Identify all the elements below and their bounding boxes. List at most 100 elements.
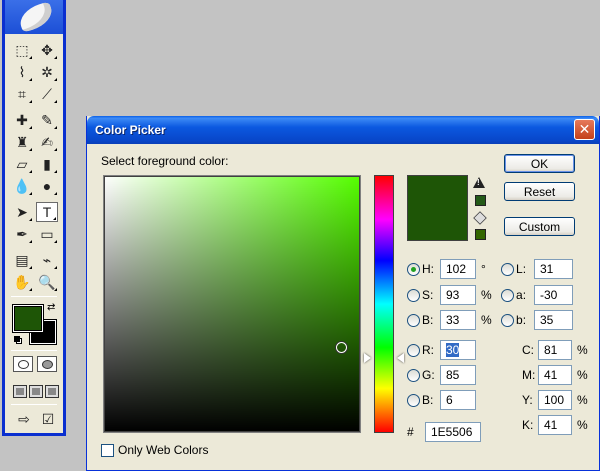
blue-radio[interactable]: [407, 393, 420, 407]
flyout-indicator-icon: [54, 170, 57, 173]
gradient-tool[interactable]: ▮: [36, 154, 58, 174]
gamut-color-swatch[interactable]: [475, 195, 486, 206]
marquee-tool[interactable]: ⬚: [11, 40, 33, 60]
blue-input[interactable]: 6: [440, 390, 476, 410]
color-field[interactable]: [103, 175, 361, 433]
zoom-icon: 🔍: [38, 274, 56, 290]
brush-icon: ✎: [41, 112, 53, 128]
yellow-input[interactable]: 100: [538, 390, 572, 410]
title-bar[interactable]: Color Picker ✕: [87, 116, 599, 144]
a-channel-label: a:: [516, 288, 527, 302]
full-screen-mode-button[interactable]: [45, 385, 59, 398]
checkbox-box[interactable]: [101, 443, 114, 457]
a-channel-radio[interactable]: [501, 288, 514, 302]
pen-tool[interactable]: ✒: [11, 224, 33, 244]
hex-label: #: [407, 425, 414, 439]
dodge-tool[interactable]: ●: [36, 176, 58, 196]
brush-tool[interactable]: ✎: [36, 110, 58, 130]
eraser-tool[interactable]: ▱: [11, 154, 33, 174]
red-radio[interactable]: [407, 343, 420, 357]
b-channel-input[interactable]: 35: [534, 310, 573, 330]
flyout-indicator-icon: [54, 266, 57, 269]
quick-mask-mode-button[interactable]: [37, 356, 57, 372]
slice-tool[interactable]: ⟋: [36, 84, 58, 104]
flyout-indicator-icon: [54, 100, 57, 103]
hue-slider-left-arrow[interactable]: [364, 353, 371, 363]
slice-icon: ⟋: [42, 86, 52, 102]
flyout-indicator-icon: [29, 56, 32, 59]
percent-unit: %: [481, 288, 492, 302]
standard-mode-button[interactable]: [13, 356, 33, 372]
black-input[interactable]: 41: [538, 415, 572, 435]
red-input-value: 30: [446, 343, 460, 357]
shape-tool[interactable]: ▭: [36, 224, 58, 244]
eraser-icon: ▱: [16, 156, 28, 172]
healing-brush-tool[interactable]: ✚: [11, 110, 33, 130]
clone-stamp-tool[interactable]: ♜: [11, 132, 33, 152]
hue-input[interactable]: 102: [440, 259, 476, 279]
flyout-indicator-icon: [54, 56, 57, 59]
history-brush-tool[interactable]: ✍: [36, 132, 58, 152]
hand-tool[interactable]: ✋: [11, 272, 33, 292]
brushes-palette-button[interactable]: ☑: [37, 409, 59, 429]
notes-icon: ▤: [15, 252, 29, 268]
close-button[interactable]: ✕: [574, 119, 595, 140]
out-of-gamut-warning-icon[interactable]: [473, 177, 485, 188]
move-tool[interactable]: ✥: [36, 40, 58, 60]
hue-slider[interactable]: [374, 175, 394, 433]
hex-input[interactable]: 1E5506: [425, 422, 481, 442]
lasso-tool[interactable]: ⌇: [11, 62, 33, 82]
brightness-label: B:: [422, 313, 434, 327]
flyout-indicator-icon: [54, 78, 57, 81]
percent-unit: %: [577, 393, 588, 407]
cyan-input[interactable]: 81: [538, 340, 572, 360]
full-screen-menu-mode-button[interactable]: [29, 385, 43, 398]
red-input[interactable]: 30: [440, 340, 476, 360]
type-tool[interactable]: T: [36, 202, 58, 222]
web-safe-cube-icon[interactable]: [473, 211, 487, 225]
dialog-title: Color Picker: [95, 123, 166, 137]
crop-tool[interactable]: ⌗: [11, 84, 33, 104]
a-channel-input[interactable]: -30: [534, 285, 573, 305]
green-input[interactable]: 85: [440, 365, 476, 385]
bandage-icon: ✚: [16, 112, 28, 128]
percent-unit: %: [577, 368, 588, 382]
tools-palette: ⬚ ✥ ⌇ ✲ ⌗ ⟋ ✚ ✎ ♜ ✍ ▱ ▮ 💧 ● ➤ T ✒ ▭ ▤ ⌁ ✋ 🔍 ⇄ ⇨ ☑: [2, 0, 66, 436]
magic-wand-tool[interactable]: ✲: [36, 62, 58, 82]
blur-drop-icon: 💧: [13, 178, 31, 194]
jump-to-imageready-button[interactable]: ⇨: [13, 409, 35, 429]
magenta-input[interactable]: 41: [538, 365, 572, 385]
percent-unit: %: [577, 418, 588, 432]
web-safe-color-swatch[interactable]: [475, 229, 486, 240]
standard-screen-mode-button[interactable]: [13, 385, 27, 398]
color-field-cursor[interactable]: [336, 342, 347, 353]
lightness-radio[interactable]: [501, 262, 514, 276]
blur-tool[interactable]: 💧: [11, 176, 33, 196]
eyedropper-tool[interactable]: ⌁: [36, 250, 58, 270]
b-channel-radio[interactable]: [501, 313, 514, 327]
toolbox-divider: [11, 350, 57, 351]
hue-slider-right-arrow[interactable]: [397, 353, 404, 363]
ok-button[interactable]: OK: [504, 154, 575, 173]
reset-button[interactable]: Reset: [504, 182, 575, 201]
zoom-tool[interactable]: 🔍: [36, 272, 58, 292]
custom-button[interactable]: Custom: [504, 217, 575, 236]
green-label: G:: [422, 368, 435, 382]
hue-radio[interactable]: [407, 262, 420, 276]
only-web-colors-checkbox[interactable]: Only Web Colors: [101, 443, 208, 457]
photoshop-logo[interactable]: [5, 0, 63, 34]
brightness-input[interactable]: 33: [440, 310, 476, 330]
flyout-indicator-icon: [29, 240, 32, 243]
green-radio[interactable]: [407, 368, 420, 382]
foreground-color-swatch[interactable]: [14, 306, 42, 331]
path-selection-tool[interactable]: ➤: [11, 202, 33, 222]
saturation-radio[interactable]: [407, 288, 420, 302]
dodge-icon: ●: [42, 178, 52, 194]
stamp-icon: ♜: [15, 134, 29, 150]
brightness-radio[interactable]: [407, 313, 420, 327]
lightness-input[interactable]: 31: [534, 259, 573, 279]
notes-tool[interactable]: ▤: [11, 250, 33, 270]
default-colors-icon[interactable]: [14, 336, 23, 345]
saturation-input[interactable]: 93: [440, 285, 476, 305]
swap-colors-icon[interactable]: ⇄: [47, 302, 55, 313]
